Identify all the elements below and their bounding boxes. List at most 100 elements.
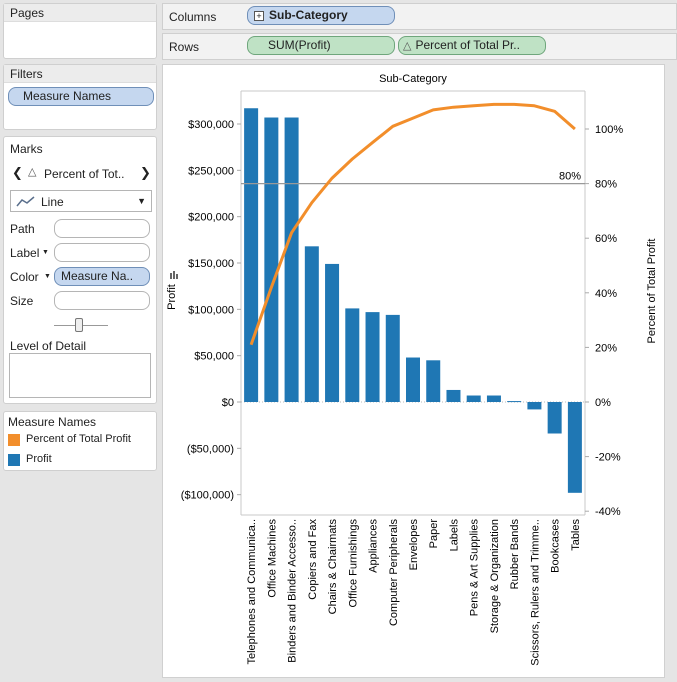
y2-tick-label: 100% <box>595 124 623 136</box>
rows-label: Rows <box>169 40 200 54</box>
chevron-left-icon[interactable]: ❮ <box>12 165 23 181</box>
chevron-right-icon[interactable]: ❯ <box>140 165 151 181</box>
x-tick-label: Office Machines <box>266 519 278 598</box>
y-tick-label: ($50,000) <box>187 443 234 455</box>
label-field[interactable] <box>54 243 150 262</box>
reference-line-label: 80% <box>559 171 581 183</box>
legend-swatch <box>8 434 20 446</box>
pareto-chart: Sub-Category $300,000 $250,000 $200,000 $150… <box>166 73 658 666</box>
filters-panel: Filters Measure Names <box>3 64 157 130</box>
x-tick-label: Labels <box>448 519 460 552</box>
legend-item[interactable]: Profit <box>8 452 156 468</box>
y2-tick-label: 60% <box>595 233 617 245</box>
y-tick-label: $100,000 <box>188 304 234 316</box>
y-tick-label: $300,000 <box>188 119 234 131</box>
x-tick-label: Office Furnishings <box>347 519 359 608</box>
legend-swatch <box>8 454 20 466</box>
columns-pill-label: Sub-Category <box>269 8 348 22</box>
y2-tick-label: -40% <box>595 506 621 518</box>
bar <box>527 402 542 410</box>
x-tick-label: Telephones and Communica.. <box>246 519 258 665</box>
bar <box>426 360 441 402</box>
axis-type-icon <box>170 273 172 279</box>
columns-label: Columns <box>169 10 217 24</box>
rows-pill-sum-profit[interactable]: SUM(Profit) <box>247 36 395 55</box>
axis-type-icon <box>176 274 178 279</box>
x-tick-label: Copiers and Fax <box>307 519 319 600</box>
y2-tick-label: 0% <box>595 397 611 409</box>
y2-tick-label: 40% <box>595 288 617 300</box>
color-legend-panel: Measure Names Percent of Total Profit Pr… <box>3 411 157 471</box>
pages-title: Pages <box>4 4 156 22</box>
path-label: Path <box>10 222 35 236</box>
bar <box>486 395 501 402</box>
bar <box>244 108 259 402</box>
y2-axis-title: Percent of Total Profit <box>646 239 658 344</box>
label-label[interactable]: Label <box>10 246 39 260</box>
legend-item[interactable]: Percent of Total Profit <box>8 432 156 448</box>
x-tick-label: Paper <box>428 519 440 549</box>
x-tick-label: Tables <box>570 519 582 551</box>
path-field[interactable] <box>54 219 150 238</box>
rows-pill-percent-of-total[interactable]: △ Percent of Total Pr.. <box>398 36 546 55</box>
bar <box>406 357 420 402</box>
x-tick-label: Scissors, Rulers and Trimme.. <box>529 519 541 666</box>
columns-pill-sub-category[interactable]: + Sub-Category <box>247 6 395 25</box>
legend-item-label: Percent of Total Profit <box>26 433 131 445</box>
bar <box>547 402 562 434</box>
marks-title: Marks <box>10 142 43 156</box>
expand-icon[interactable]: + <box>254 11 264 21</box>
x-tick-label: Storage & Organization <box>489 519 501 633</box>
mark-type-dropdown[interactable]: Line ▼ <box>10 190 152 212</box>
y2-tick-label: -20% <box>595 452 621 464</box>
pages-panel: Pages <box>3 3 157 59</box>
y2-tick-label: 80% <box>595 179 617 191</box>
mark-type-label: Line <box>41 195 64 209</box>
y-tick-label: ($100,000) <box>181 490 234 502</box>
marks-selector-label[interactable]: Percent of Tot.. <box>44 167 125 181</box>
x-tick-label: Computer Peripherals <box>388 519 400 626</box>
y-axis-title: Profit <box>166 284 178 310</box>
bar <box>385 314 400 402</box>
marks-panel: Marks ❮ △ Percent of Tot.. ❯ Line ▼ Path… <box>3 136 157 404</box>
x-tick-label: Appliances <box>368 519 380 573</box>
x-tick-label: Bookcases <box>550 519 562 573</box>
y-tick-label: $150,000 <box>188 258 234 270</box>
bar <box>567 402 582 493</box>
legend-item-label: Profit <box>26 453 52 465</box>
legend-title: Measure Names <box>8 415 97 429</box>
y2-tick-label: 20% <box>595 342 617 354</box>
x-tick-label: Chairs & Chairmats <box>327 519 339 615</box>
line-mark-icon <box>16 196 35 207</box>
filter-pill-measure-names[interactable]: Measure Names <box>8 87 154 106</box>
bar <box>325 263 340 402</box>
bar <box>446 389 461 402</box>
size-slider-handle[interactable] <box>75 318 83 332</box>
y-tick-label: $200,000 <box>188 212 234 224</box>
filters-title: Filters <box>4 65 156 83</box>
bar <box>284 117 299 402</box>
x-tick-label: Pens & Art Supplies <box>469 519 481 617</box>
triangle-icon: △ <box>28 166 37 178</box>
columns-shelf[interactable]: Columns + Sub-Category <box>162 3 677 30</box>
bar <box>466 395 481 402</box>
chart-area: Sub-Category $300,000 $250,000 $200,000 $150… <box>162 64 665 678</box>
bar <box>507 401 522 403</box>
bar <box>365 312 380 402</box>
bar <box>345 308 360 402</box>
color-label[interactable]: Color <box>10 270 39 284</box>
color-dropdown-icon: ▼ <box>44 273 51 280</box>
axis-type-icon <box>173 271 175 279</box>
size-label: Size <box>10 294 34 308</box>
percent-line <box>249 102 576 346</box>
x-tick-label: Binders and Binder Accesso.. <box>287 519 299 663</box>
chart-title: Sub-Category <box>379 73 447 85</box>
size-field[interactable] <box>54 291 150 310</box>
x-tick-label: Rubber Bands <box>509 519 521 590</box>
triangle-icon: △ <box>403 40 412 52</box>
y-tick-label: $50,000 <box>194 351 234 363</box>
rows-shelf[interactable]: Rows SUM(Profit) △ Percent of Total Pr.. <box>162 33 677 60</box>
level-of-detail-field[interactable] <box>9 353 151 398</box>
bar <box>304 246 319 402</box>
color-measure-names-pill[interactable]: Measure Na.. <box>54 267 150 286</box>
